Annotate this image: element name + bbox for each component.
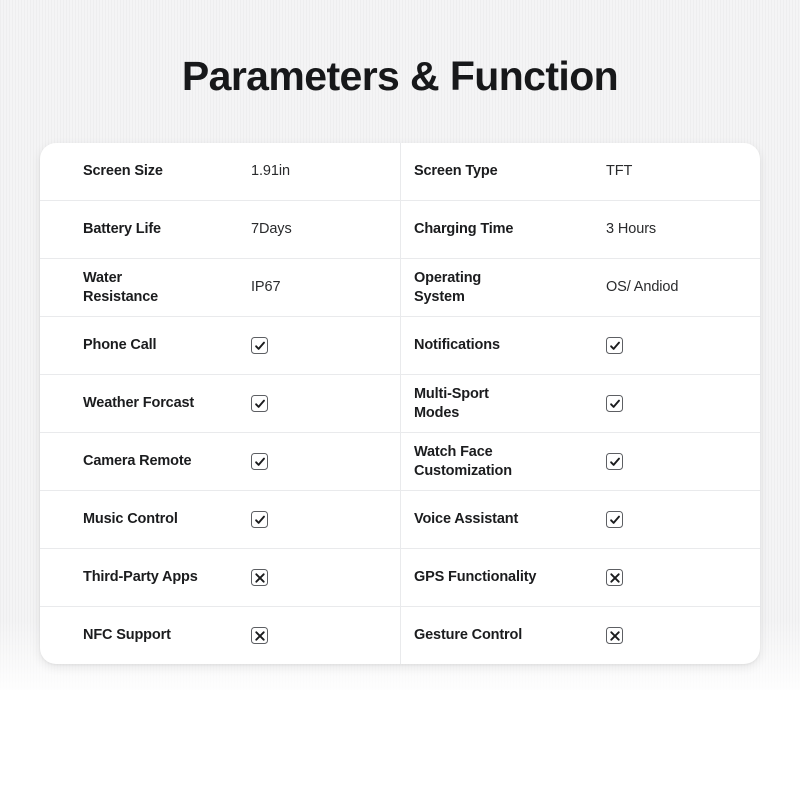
- spec-label: Voice Assistant: [414, 511, 519, 528]
- table-row: Water Resistance IP67 Operating System OS/ …: [40, 259, 760, 317]
- spec-label: Battery Life: [83, 221, 161, 238]
- spec-value: 7Days: [251, 221, 292, 238]
- spec-cell-right: Notifications: [401, 317, 760, 374]
- checkbox-checked[interactable]: [251, 395, 268, 412]
- spec-label: Watch Face Customization: [414, 443, 512, 479]
- spec-cell-right: Gesture Control: [401, 607, 760, 664]
- checkbox-crossed[interactable]: [606, 627, 623, 644]
- table-row: Weather Forcast Multi-Sport Modes: [40, 375, 760, 433]
- table-row: NFC Support Gesture Control: [40, 607, 760, 664]
- page-title: Parameters & Function: [181, 53, 619, 99]
- table-row: Camera Remote Watch Face Customization: [40, 433, 760, 491]
- checkbox-crossed[interactable]: [251, 569, 268, 586]
- page-root: Parameters & Function Screen Size 1.91in S…: [0, 0, 800, 800]
- table-row: Battery Life 7Days Charging Time 3 Hours: [40, 201, 760, 259]
- checkbox-checked[interactable]: [606, 337, 623, 354]
- spec-table: Screen Size 1.91in Screen Type TFT Battery L…: [40, 143, 760, 664]
- spec-cell-right: Screen Type TFT: [401, 143, 760, 200]
- spec-label: Weather Forcast: [83, 395, 195, 412]
- spec-label: Multi-Sport Modes: [414, 385, 489, 421]
- spec-cell-left: Phone Call: [40, 317, 401, 374]
- spec-cell-left: Screen Size 1.91in: [40, 143, 401, 200]
- spec-label: Gesture Control: [414, 627, 523, 644]
- checkbox-checked[interactable]: [606, 511, 623, 528]
- spec-label: NFC Support: [83, 627, 171, 644]
- spec-cell-right: Charging Time 3 Hours: [401, 201, 760, 258]
- spec-label: Camera Remote: [83, 453, 192, 470]
- table-row: Music Control Voice Assistant: [40, 491, 760, 549]
- checkbox-checked[interactable]: [251, 511, 268, 528]
- checkbox-checked[interactable]: [606, 453, 623, 470]
- table-row: Third-Party Apps GPS Functionality: [40, 549, 760, 607]
- spec-cell-right: Voice Assistant: [401, 491, 760, 548]
- spec-cell-left: NFC Support: [40, 607, 401, 664]
- spec-cell-right: GPS Functionality: [401, 549, 760, 606]
- spec-label: Screen Type: [414, 163, 498, 180]
- spec-cell-right: Watch Face Customization: [401, 433, 760, 490]
- table-row: Screen Size 1.91in Screen Type TFT: [40, 143, 760, 201]
- spec-label: Phone Call: [83, 337, 157, 354]
- spec-card: Screen Size 1.91in Screen Type TFT Battery L…: [40, 143, 760, 664]
- spec-cell-left: Third-Party Apps: [40, 549, 401, 606]
- spec-value: IP67: [251, 279, 281, 296]
- spec-cell-left: Weather Forcast: [40, 375, 401, 432]
- checkbox-crossed[interactable]: [606, 569, 623, 586]
- spec-cell-right: Operating System OS/ Andiod: [401, 259, 760, 316]
- spec-label: Notifications: [414, 337, 500, 354]
- checkbox-checked[interactable]: [251, 453, 268, 470]
- checkbox-checked[interactable]: [606, 395, 623, 412]
- table-row: Phone Call Notifications: [40, 317, 760, 375]
- checkbox-crossed[interactable]: [251, 627, 268, 644]
- spec-value: OS/ Andiod: [606, 279, 679, 296]
- spec-label: Operating System: [414, 269, 482, 305]
- spec-value: 3 Hours: [606, 221, 657, 238]
- spec-cell-left: Water Resistance IP67: [40, 259, 401, 316]
- spec-cell-right: Multi-Sport Modes: [401, 375, 760, 432]
- spec-cell-left: Music Control: [40, 491, 401, 548]
- spec-value: TFT: [606, 163, 633, 180]
- spec-label: GPS Functionality: [414, 569, 537, 586]
- spec-cell-left: Battery Life 7Days: [40, 201, 401, 258]
- spec-cell-left: Camera Remote: [40, 433, 401, 490]
- spec-label: Screen Size: [83, 163, 163, 180]
- spec-label: Music Control: [83, 511, 178, 528]
- spec-label: Water Resistance: [83, 269, 159, 305]
- spec-label: Third-Party Apps: [83, 569, 198, 586]
- spec-label: Charging Time: [414, 221, 514, 238]
- spec-value: 1.91in: [251, 163, 290, 180]
- checkbox-checked[interactable]: [251, 337, 268, 354]
